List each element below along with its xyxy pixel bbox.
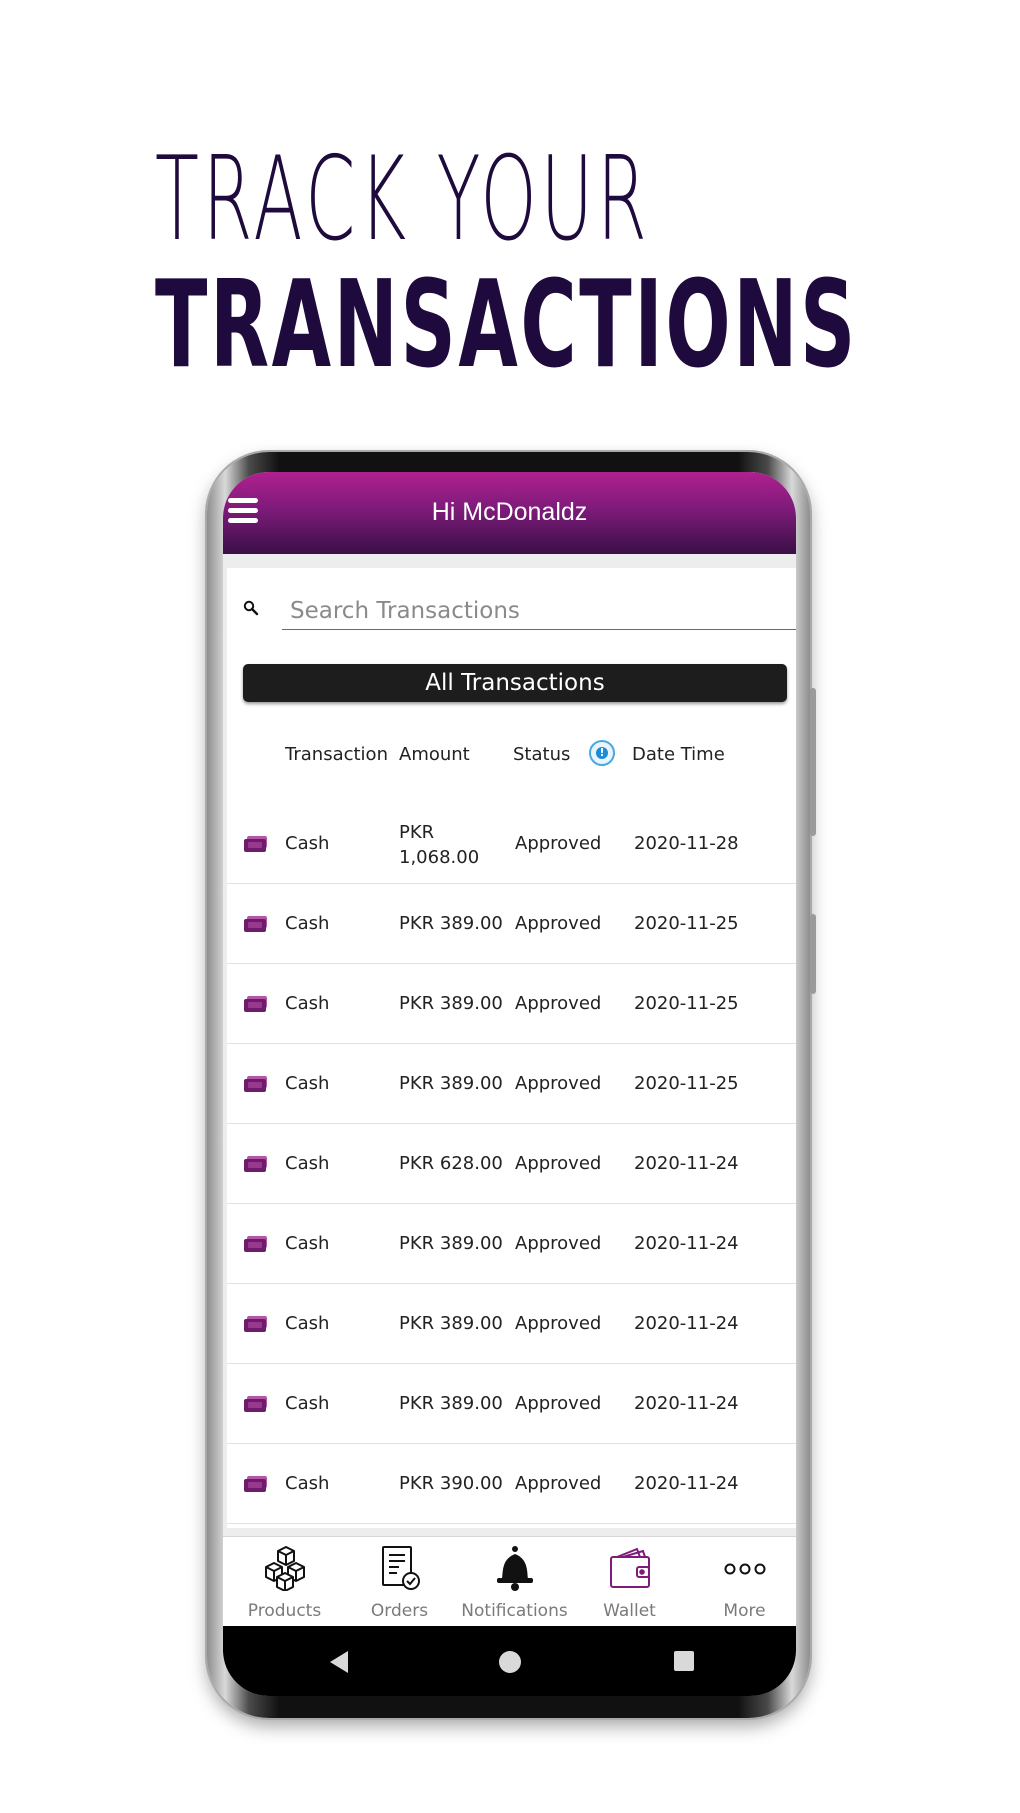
nav-products[interactable]: Products: [227, 1537, 342, 1627]
phone-frame: Hi McDonaldz All Transactions Transactio…: [207, 452, 816, 1718]
boxes-icon: [265, 1546, 305, 1591]
back-icon[interactable]: [328, 1650, 350, 1674]
column-header-transaction[interactable]: Transaction: [285, 744, 388, 765]
transaction-type: Cash: [285, 1153, 330, 1174]
nav-orders[interactable]: Orders: [342, 1537, 457, 1627]
recents-icon[interactable]: [673, 1650, 695, 1672]
bottom-navigation: Products Orders Notifications Wallet Mor…: [223, 1536, 796, 1626]
transaction-date: 2020-11-24: [634, 1473, 739, 1494]
column-header-amount[interactable]: Amount: [399, 744, 470, 765]
transaction-amount: PKR 389.00: [399, 1313, 503, 1334]
transaction-date: 2020-11-25: [634, 1073, 739, 1094]
nav-label: More: [723, 1601, 766, 1621]
cash-icon: [244, 1076, 267, 1092]
cash-icon: [244, 836, 267, 852]
column-header-datetime[interactable]: Date Time: [632, 744, 725, 765]
headline-line-2: TRANSACTIONS: [155, 256, 858, 395]
transaction-amount: PKR 389.00: [399, 1233, 503, 1254]
transaction-type: Cash: [285, 993, 330, 1014]
table-row[interactable]: Cash PKR 389.00 Approved 2020-11-24: [227, 1364, 796, 1444]
transaction-date: 2020-11-24: [634, 1313, 739, 1334]
transaction-status: Approved: [515, 1233, 602, 1254]
all-transactions-button[interactable]: All Transactions: [243, 664, 787, 702]
system-navigation-bar: [223, 1626, 796, 1696]
transaction-status: Approved: [515, 1473, 602, 1494]
transaction-type: Cash: [285, 833, 330, 854]
transaction-status: Approved: [515, 1393, 602, 1414]
app-header: Hi McDonaldz: [223, 472, 796, 554]
greeting-title: Hi McDonaldz: [431, 498, 588, 526]
cash-icon: [244, 916, 267, 932]
table-row[interactable]: Cash PKR 389.00 Approved 2020-11-24: [227, 1204, 796, 1284]
transaction-status: Approved: [515, 1313, 602, 1334]
transaction-status: Approved: [515, 1073, 602, 1094]
cash-icon: [244, 1236, 267, 1252]
transactions-panel: All Transactions Transaction Amount Stat…: [227, 568, 796, 1528]
transaction-date: 2020-11-24: [634, 1393, 739, 1414]
more-dots-icon: [724, 1563, 766, 1575]
transaction-status: Approved: [515, 1153, 602, 1174]
wallet-icon: [610, 1547, 650, 1588]
transaction-amount: PKR 1,068.00: [399, 822, 480, 868]
table-row[interactable]: Cash PKR 389.00 Approved 2020-11-25: [227, 964, 796, 1044]
transaction-type: Cash: [285, 1473, 330, 1494]
table-row[interactable]: Cash PKR 1,068.00 Approved 2020-11-28: [227, 804, 796, 884]
table-row[interactable]: Cash PKR 628.00 Approved 2020-11-24: [227, 1124, 796, 1204]
transactions-list: Cash PKR 1,068.00 Approved 2020-11-28 Ca…: [227, 804, 796, 1524]
transaction-status: Approved: [515, 993, 602, 1014]
transaction-amount: PKR 389.00: [399, 913, 503, 934]
transaction-amount: PKR 389.00: [399, 1073, 503, 1094]
cash-icon: [244, 1476, 267, 1492]
transaction-type: Cash: [285, 1233, 330, 1254]
orders-icon: [382, 1546, 420, 1590]
search-icon: [243, 600, 259, 616]
home-icon[interactable]: [498, 1650, 522, 1674]
cash-icon: [244, 1316, 267, 1332]
headline-line-1: TRACK YOUR: [155, 132, 651, 267]
table-row[interactable]: Cash PKR 389.00 Approved 2020-11-25: [227, 1044, 796, 1124]
transaction-status: Approved: [515, 913, 602, 934]
cash-icon: [244, 996, 267, 1012]
transaction-status: Approved: [515, 833, 602, 854]
marketing-headline: TRACK YOUR TRANSACTIONS: [155, 140, 1020, 388]
cash-icon: [244, 1396, 267, 1412]
transaction-type: Cash: [285, 1313, 330, 1334]
transaction-date: 2020-11-24: [634, 1153, 739, 1174]
column-header-status[interactable]: Status: [513, 744, 570, 765]
table-header: Transaction Amount Status ! Date Time: [227, 740, 796, 774]
transaction-type: Cash: [285, 1073, 330, 1094]
bell-icon: [497, 1546, 533, 1591]
transaction-type: Cash: [285, 1393, 330, 1414]
table-row[interactable]: Cash PKR 389.00 Approved 2020-11-24: [227, 1284, 796, 1364]
transaction-amount: PKR 628.00: [399, 1153, 503, 1174]
table-row[interactable]: Cash PKR 389.00 Approved 2020-11-25: [227, 884, 796, 964]
transaction-amount: PKR 390.00: [399, 1473, 503, 1494]
transaction-amount: PKR 389.00: [399, 993, 503, 1014]
phone-screen: Hi McDonaldz All Transactions Transactio…: [223, 472, 796, 1696]
table-row[interactable]: Cash PKR 390.00 Approved 2020-11-24: [227, 1444, 796, 1524]
power-button: [810, 914, 816, 994]
transaction-date: 2020-11-28: [634, 833, 739, 854]
transaction-type: Cash: [285, 913, 330, 934]
search-input[interactable]: [282, 592, 796, 630]
status-info-icon[interactable]: !: [589, 740, 615, 766]
nav-wallet[interactable]: Wallet: [572, 1537, 687, 1627]
transaction-date: 2020-11-25: [634, 913, 739, 934]
transaction-date: 2020-11-24: [634, 1233, 739, 1254]
nav-more[interactable]: More: [687, 1537, 796, 1627]
transaction-amount: PKR 389.00: [399, 1393, 503, 1414]
nav-notifications[interactable]: Notifications: [457, 1537, 572, 1627]
transaction-date: 2020-11-25: [634, 993, 739, 1014]
volume-button: [810, 688, 816, 836]
cash-icon: [244, 1156, 267, 1172]
